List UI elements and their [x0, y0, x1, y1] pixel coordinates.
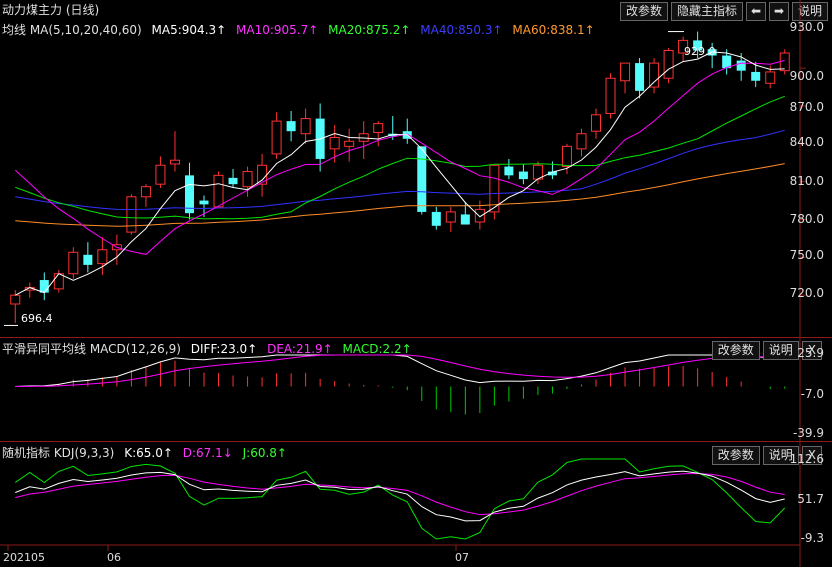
candle-body: [635, 63, 645, 91]
kdj-params-button[interactable]: 改参数: [711, 446, 760, 465]
macd-value: MACD:2.2↑: [342, 342, 412, 356]
kdj-k-value: K:65.0↑: [124, 446, 173, 460]
price-tick-label: 900.0: [789, 69, 824, 83]
candle-body: [736, 60, 746, 71]
macd-diff-value: DIFF:23.0↑: [190, 342, 258, 356]
kdj-tick-label: 112.6: [789, 452, 824, 466]
candle-body: [300, 118, 311, 135]
candle-body: [169, 159, 180, 165]
candle-body: [751, 71, 761, 81]
kdj-d-line: [15, 472, 785, 516]
candle-body: [460, 214, 470, 225]
candle-body: [518, 171, 528, 180]
macd-legend-name: 平滑异同平均线 MACD(12,26,9): [2, 342, 181, 356]
x-axis-label: 202105: [3, 551, 45, 564]
macd-tick-label: -7.0: [800, 387, 824, 401]
candle-body: [431, 211, 441, 226]
price-chart[interactable]: [0, 0, 832, 567]
candle-body: [126, 196, 137, 233]
candle-body: [561, 145, 572, 168]
candle-body: [329, 137, 340, 150]
candle-body: [779, 52, 790, 72]
candle-body: [140, 186, 151, 198]
candle-body: [10, 294, 21, 305]
ma5-line: [15, 51, 785, 296]
kdj-tick-label: 51.7: [797, 492, 824, 506]
candle-body: [373, 123, 384, 133]
price-tick-label: 720.0: [789, 286, 824, 300]
candle-body: [504, 166, 514, 176]
price-tick-label: 870.0: [789, 100, 824, 114]
kdj-tick-label: -9.3: [800, 531, 824, 545]
candle-body: [445, 211, 456, 223]
kdj-legend: 随机指标 KDJ(9,3,3) K:65.0↑ D:67.1↓ J:60.8↑: [2, 444, 293, 461]
kdj-legend-name: 随机指标 KDJ(9,3,3): [2, 446, 115, 460]
candle-body: [344, 140, 355, 147]
macd-help-button[interactable]: 说明: [762, 341, 799, 360]
x-axis-label: 06: [107, 551, 121, 564]
price-tick-label: 930.0: [789, 20, 824, 34]
candle-body: [649, 62, 660, 88]
candle-body: [663, 49, 674, 79]
candle-body: [474, 208, 485, 223]
candle-body: [213, 174, 224, 208]
macd-params-button[interactable]: 改参数: [711, 341, 760, 360]
macd-diff-line: [15, 354, 785, 387]
price-tick-label: 810.0: [789, 174, 824, 188]
candle-body: [257, 164, 268, 185]
kdj-k-line: [15, 470, 785, 522]
high-price-label: 929.0: [684, 45, 716, 58]
candle-body: [199, 200, 209, 205]
candle-body: [765, 71, 776, 84]
candle-body: [242, 171, 253, 188]
macd-dea-value: DEA:21.9↑: [267, 342, 333, 356]
candle-body: [286, 121, 296, 132]
candle-body: [620, 62, 631, 82]
price-tick-label: 840.0: [789, 135, 824, 149]
panel-divider: [0, 441, 832, 442]
x-axis-label: 07: [455, 551, 469, 564]
kdj-d-value: D:67.1↓: [182, 446, 233, 460]
candle-body: [39, 280, 49, 293]
macd-legend: 平滑异同平均线 MACD(12,26,9) DIFF:23.0↑ DEA:21.…: [2, 340, 418, 357]
candle-body: [53, 273, 64, 290]
candle-body: [155, 164, 166, 185]
candle-body: [68, 251, 79, 275]
candle-body: [271, 120, 282, 155]
candle-body: [576, 133, 587, 150]
price-tick-label: 780.0: [789, 212, 824, 226]
macd-tick-label: 25.9: [797, 346, 824, 360]
candle-body: [590, 114, 602, 132]
kdj-j-value: J:60.8↑: [242, 446, 287, 460]
macd-tick-label: -39.9: [792, 426, 824, 440]
candle-body: [228, 177, 238, 185]
kdj-j-line: [15, 458, 786, 540]
candle-body: [97, 249, 108, 265]
price-tick-label: 750.0: [789, 248, 824, 262]
candle-body: [83, 254, 93, 265]
candle-body: [184, 175, 194, 214]
macd-dea-line: [15, 354, 785, 387]
panel-divider: [0, 337, 832, 338]
candle-body: [605, 77, 616, 115]
candle-body: [417, 146, 427, 212]
low-price-label: 696.4: [21, 312, 53, 325]
